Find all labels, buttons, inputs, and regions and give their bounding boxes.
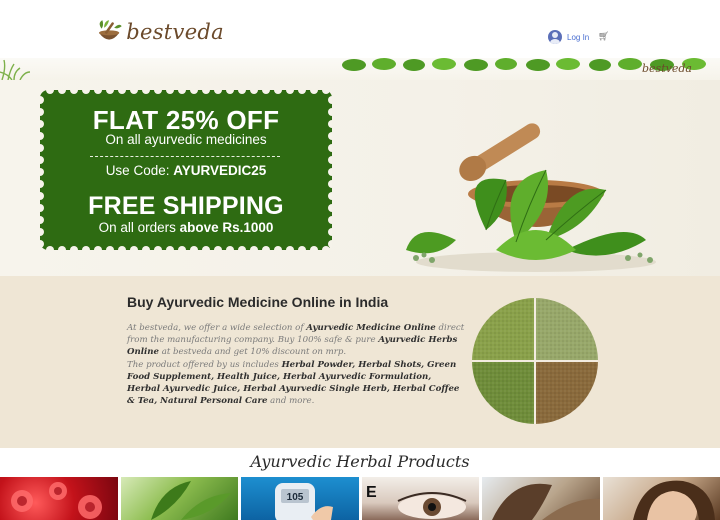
orders-prefix: On all orders: [98, 220, 176, 235]
mortar-pestle-logo-icon: [99, 20, 122, 40]
link-ayurvedic-medicine-online[interactable]: Ayurvedic Medicine Online: [306, 323, 436, 333]
product-tile-leaves[interactable]: [120, 477, 238, 520]
login-label: Log In: [567, 32, 590, 42]
about-section: Buy Ayurvedic Medicine Online in India A…: [0, 276, 720, 448]
product-tile-eye[interactable]: E: [361, 477, 479, 520]
product-tile-blood-cells[interactable]: [0, 477, 118, 520]
promo-code-prefix: Use Code:: [105, 163, 170, 178]
herbal-powders-image: [472, 298, 598, 424]
login-button[interactable]: Log In: [548, 30, 589, 44]
promo-coupon[interactable]: FLAT 25% OFF On all ayurvedic medicines …: [40, 90, 332, 250]
eye-chart-image: E: [366, 484, 466, 519]
blood-cells-image: [11, 482, 102, 519]
glucose-reading: 105: [287, 492, 304, 503]
shipping-title: FREE SHIPPING: [88, 192, 284, 220]
product-tile-glucose[interactable]: 105: [241, 477, 359, 520]
about-text: At bestveda, we offer a wide selection o…: [127, 323, 465, 407]
promo-code-line: Use Code: AYURVEDIC25: [40, 163, 332, 178]
orders-threshold: above Rs.1000: [179, 220, 274, 235]
user-avatar-icon: [548, 30, 562, 44]
woman-face-image: [632, 480, 715, 520]
about-heading: Buy Ayurvedic Medicine Online in India: [127, 294, 389, 310]
shipping-condition: On all orders above Rs.1000: [40, 220, 332, 235]
products-heading: Ayurvedic Herbal Products: [250, 452, 470, 471]
mortar-pestle-herbs-image: [406, 123, 656, 272]
product-tile-face[interactable]: [602, 477, 720, 520]
glucose-meter-image: 105: [275, 483, 333, 520]
site-header: bestveda Log In 🛒︎: [0, 0, 720, 58]
promo-code: AYURVEDIC25: [173, 163, 267, 178]
cart-icon[interactable]: 🛒︎: [598, 31, 609, 42]
coupon-divider: [90, 156, 280, 157]
decorative-leaf-strip: [0, 58, 720, 80]
eye-chart-letter: E: [366, 484, 377, 501]
hair-image: [492, 483, 600, 520]
green-leaves-image: [150, 481, 231, 520]
product-tile-hair[interactable]: [482, 477, 600, 520]
promo-hero: FLAT 25% OFF On all ayurvedic medicines …: [0, 80, 720, 276]
promo-subtitle: On all ayurvedic medicines: [105, 132, 267, 147]
strip-brand-watermark: bestveda: [642, 62, 692, 75]
brand-logo[interactable]: bestveda: [94, 12, 224, 52]
grass-icon: [0, 59, 31, 80]
product-tiles: 105 E: [0, 477, 720, 520]
brand-name: bestveda: [126, 20, 224, 44]
